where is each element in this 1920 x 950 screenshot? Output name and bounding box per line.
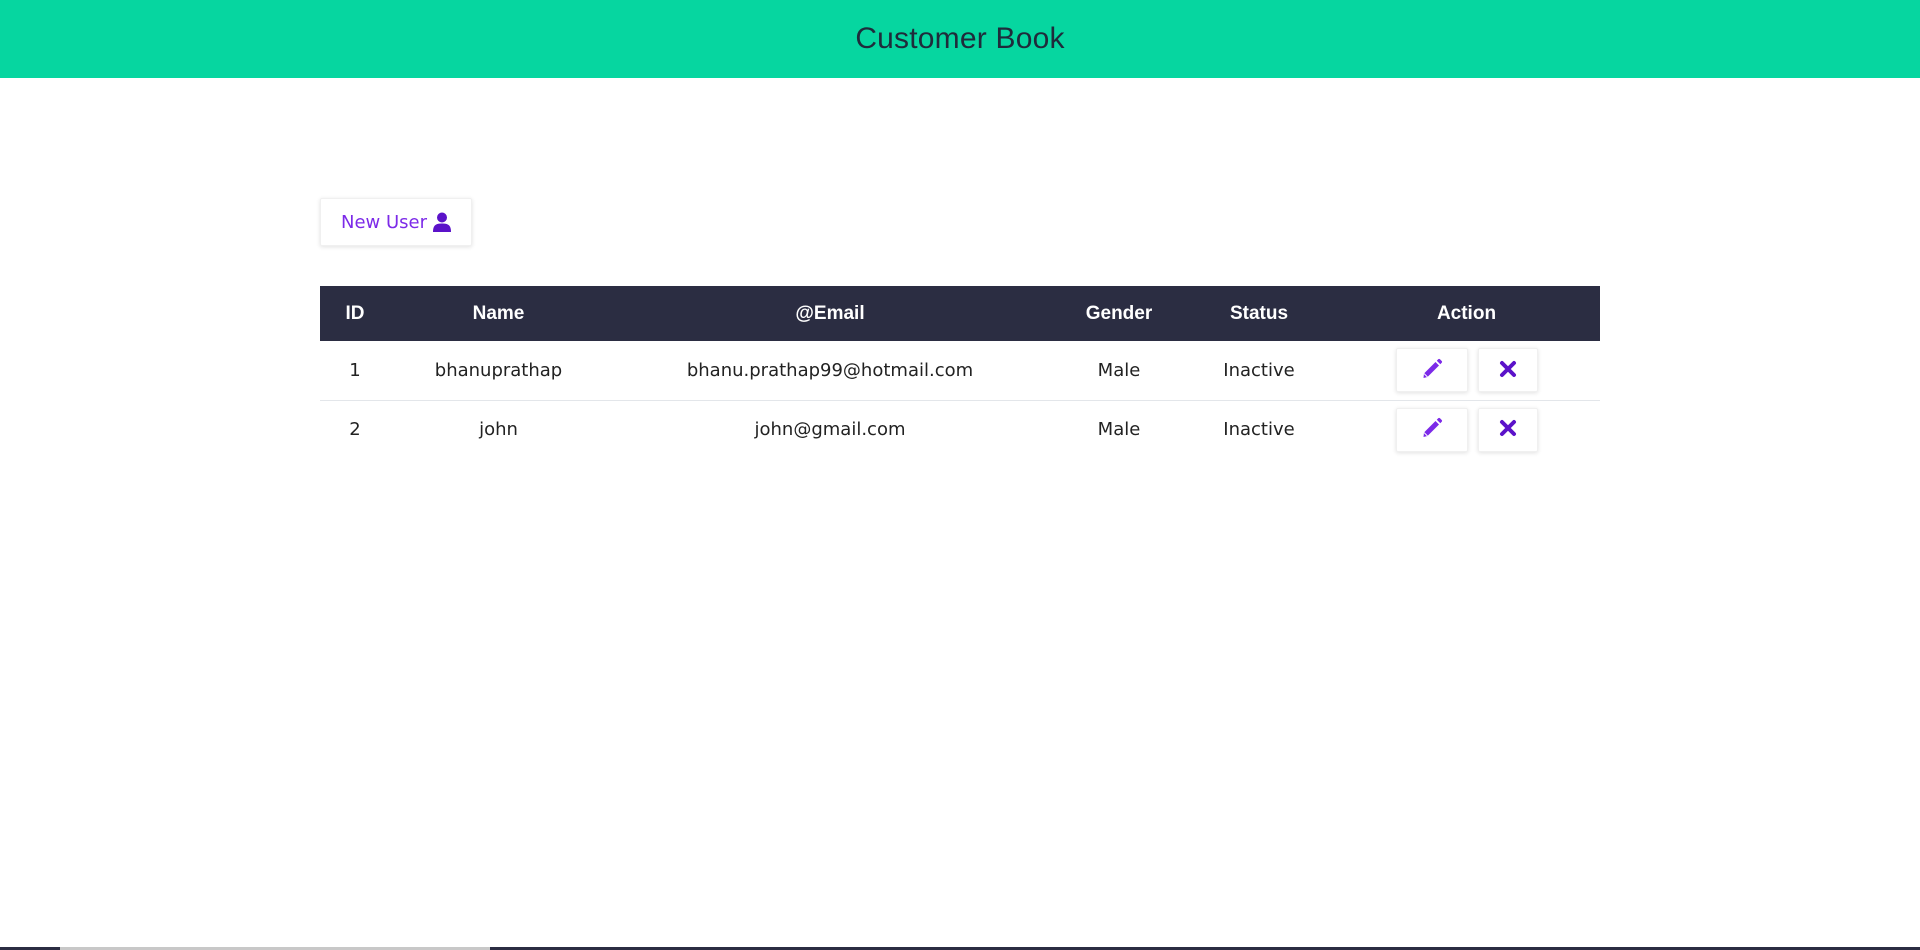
cell-email: john@gmail.com bbox=[754, 419, 906, 441]
main-content: New User ID Name @Email Gender Status Ac… bbox=[320, 198, 1600, 459]
delete-icon bbox=[1499, 360, 1517, 381]
cell-id: 1 bbox=[349, 359, 361, 381]
column-header-gender: Gender bbox=[1085, 302, 1153, 324]
table-row: 1 bhanuprathap bhanu.prathap99@hotmail.c… bbox=[320, 341, 1600, 400]
column-header-action: Action bbox=[1436, 302, 1497, 324]
new-user-label: New User bbox=[341, 211, 428, 233]
column-header-email: @Email bbox=[795, 302, 865, 324]
customer-table: ID Name @Email Gender Status Action 1 bh… bbox=[320, 286, 1600, 459]
new-user-button[interactable]: New User bbox=[320, 198, 473, 246]
cell-status: Inactive bbox=[1223, 359, 1295, 381]
edit-button[interactable] bbox=[1395, 348, 1468, 393]
cell-gender: Male bbox=[1097, 359, 1141, 381]
column-header-status: Status bbox=[1229, 302, 1289, 324]
table-body: 1 bhanuprathap bhanu.prathap99@hotmail.c… bbox=[320, 341, 1600, 459]
cell-actions bbox=[1333, 341, 1600, 400]
delete-button[interactable] bbox=[1477, 348, 1538, 393]
table-row: 2 john john@gmail.com Male Inactive bbox=[320, 400, 1600, 459]
cell-email: bhanu.prathap99@hotmail.com bbox=[686, 359, 974, 381]
cell-name: bhanuprathap bbox=[434, 359, 563, 381]
column-header-id: ID bbox=[345, 302, 365, 324]
delete-button[interactable] bbox=[1477, 407, 1538, 452]
cell-name: john bbox=[479, 419, 518, 441]
delete-icon bbox=[1499, 419, 1517, 440]
edit-icon bbox=[1421, 417, 1443, 442]
table-header: ID Name @Email Gender Status Action bbox=[320, 286, 1600, 341]
cell-actions bbox=[1333, 400, 1600, 459]
user-icon bbox=[433, 212, 452, 232]
edit-icon bbox=[1421, 358, 1443, 383]
app-header: Customer Book bbox=[0, 0, 1920, 78]
cell-id: 2 bbox=[349, 419, 361, 441]
column-header-name: Name bbox=[472, 302, 525, 324]
cell-status: Inactive bbox=[1223, 419, 1295, 441]
cell-gender: Male bbox=[1097, 419, 1141, 441]
page-title: Customer Book bbox=[855, 22, 1065, 55]
edit-button[interactable] bbox=[1395, 407, 1468, 452]
